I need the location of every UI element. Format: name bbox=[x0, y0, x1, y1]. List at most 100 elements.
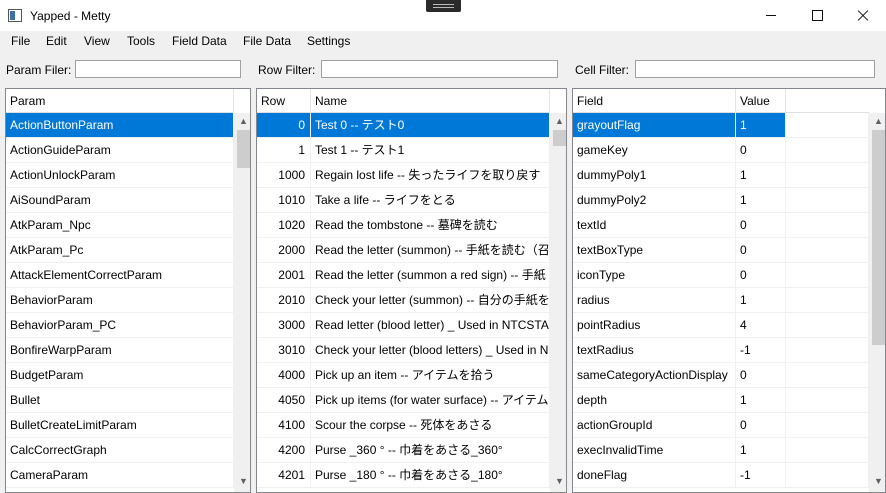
param-name-cell[interactable]: CalcCorrectGraph bbox=[6, 438, 234, 463]
param-name-cell[interactable]: ActionButtonParam bbox=[6, 113, 234, 138]
param-name-cell[interactable]: Bullet bbox=[6, 388, 234, 413]
row-name-cell[interactable]: Pick up an item -- アイテムを拾う bbox=[311, 363, 550, 388]
field-value-cell[interactable]: 1 bbox=[736, 288, 786, 313]
field-name-cell[interactable]: gameKey bbox=[573, 138, 736, 163]
row-id-cell[interactable]: 1 bbox=[257, 138, 311, 163]
row-name-column-header[interactable]: Name bbox=[311, 89, 550, 113]
field-value-cell[interactable]: 1 bbox=[736, 163, 786, 188]
field-name-cell[interactable]: dummyPoly1 bbox=[573, 163, 736, 188]
row-id-cell[interactable]: 1010 bbox=[257, 188, 311, 213]
param-name-cell[interactable]: BudgetParam bbox=[6, 363, 234, 388]
menu-field-data[interactable]: Field Data bbox=[172, 34, 227, 48]
scroll-up-icon[interactable]: ▲ bbox=[870, 113, 885, 130]
field-name-cell[interactable]: pointRadius bbox=[573, 313, 736, 338]
field-value-cell[interactable]: 4 bbox=[736, 313, 786, 338]
field-value-cell[interactable]: 0 bbox=[736, 263, 786, 288]
param-name-cell[interactable]: ActionGuideParam bbox=[6, 138, 234, 163]
param-name-cell[interactable]: AttackElementCorrectParam bbox=[6, 263, 234, 288]
row-name-cell[interactable]: Regain lost life -- 失ったライフを取り戻す bbox=[311, 163, 550, 188]
menu-view[interactable]: View bbox=[84, 34, 110, 48]
row-name-cell[interactable]: Check your letter (summon) -- 自分の手紙を bbox=[311, 288, 550, 313]
row-name-cell[interactable]: Scour the corpse -- 死体をあさる bbox=[311, 413, 550, 438]
row-name-cell[interactable]: Check your letter (blood letters) _ Used… bbox=[311, 338, 550, 363]
field-extra-cell[interactable] bbox=[786, 138, 869, 163]
row-scrollbar[interactable]: ▲ ▼ bbox=[550, 113, 566, 492]
field-name-cell[interactable]: textBoxType bbox=[573, 238, 736, 263]
field-name-cell[interactable]: sameCategoryActionDisplay bbox=[573, 363, 736, 388]
field-extra-cell[interactable] bbox=[786, 463, 869, 488]
row-name-cell[interactable]: Test 0 -- テスト0 bbox=[311, 113, 550, 138]
menu-edit[interactable]: Edit bbox=[46, 34, 67, 48]
row-id-cell[interactable]: 4201 bbox=[257, 463, 311, 488]
field-name-cell[interactable]: execInvalidTime bbox=[573, 438, 736, 463]
scroll-down-icon[interactable]: ▼ bbox=[235, 473, 250, 490]
param-name-cell[interactable]: AtkParam_Pc bbox=[6, 238, 234, 263]
field-value-cell[interactable]: 1 bbox=[736, 388, 786, 413]
param-column-header[interactable]: Param bbox=[6, 89, 234, 113]
field-extra-cell[interactable] bbox=[786, 213, 869, 238]
field-name-cell[interactable]: dummyPoly2 bbox=[573, 188, 736, 213]
field-name-cell[interactable]: textId bbox=[573, 213, 736, 238]
row-id-cell[interactable]: 3000 bbox=[257, 313, 311, 338]
param-name-cell[interactable]: CameraParam bbox=[6, 463, 234, 488]
row-id-column-header[interactable]: Row bbox=[257, 89, 311, 113]
row-name-cell[interactable]: Read letter (blood letter) _ Used in NTC… bbox=[311, 313, 550, 338]
field-extra-cell[interactable] bbox=[786, 188, 869, 213]
menu-settings[interactable]: Settings bbox=[307, 34, 350, 48]
field-extra-cell[interactable] bbox=[786, 263, 869, 288]
field-extra-cell[interactable] bbox=[786, 238, 869, 263]
row-id-cell[interactable]: 2001 bbox=[257, 263, 311, 288]
scroll-thumb[interactable] bbox=[237, 130, 250, 168]
field-value-cell[interactable]: 0 bbox=[736, 238, 786, 263]
maximize-icon[interactable] bbox=[794, 0, 840, 31]
row-name-cell[interactable]: Read the letter (summon a red sign) -- 手… bbox=[311, 263, 550, 288]
field-name-cell[interactable]: grayoutFlag bbox=[573, 113, 736, 138]
drag-handle-icon[interactable] bbox=[426, 0, 461, 12]
row-id-cell[interactable]: 0 bbox=[257, 113, 311, 138]
field-name-cell[interactable]: doneFlag bbox=[573, 463, 736, 488]
field-name-cell[interactable]: textRadius bbox=[573, 338, 736, 363]
row-id-cell[interactable]: 4050 bbox=[257, 388, 311, 413]
field-value-cell[interactable]: -1 bbox=[736, 338, 786, 363]
row-name-cell[interactable]: Read the tombstone -- 墓碑を読む bbox=[311, 213, 550, 238]
row-name-cell[interactable]: Test 1 -- テスト1 bbox=[311, 138, 550, 163]
field-value-cell[interactable]: 1 bbox=[736, 438, 786, 463]
row-id-cell[interactable]: 4200 bbox=[257, 438, 311, 463]
field-value-cell[interactable]: 0 bbox=[736, 213, 786, 238]
scroll-thumb[interactable] bbox=[553, 130, 566, 146]
field-scrollbar[interactable]: ▲ ▼ bbox=[869, 113, 885, 492]
field-name-cell[interactable]: iconType bbox=[573, 263, 736, 288]
field-column-header[interactable]: Field bbox=[573, 89, 736, 113]
param-name-cell[interactable]: ActionUnlockParam bbox=[6, 163, 234, 188]
field-name-cell[interactable]: radius bbox=[573, 288, 736, 313]
param-scrollbar[interactable]: ▲ ▼ bbox=[234, 113, 250, 492]
param-name-cell[interactable]: BehaviorParam bbox=[6, 288, 234, 313]
row-name-cell[interactable]: Take a life -- ライフをとる bbox=[311, 188, 550, 213]
param-filter-input[interactable] bbox=[75, 60, 241, 78]
row-id-cell[interactable]: 3010 bbox=[257, 338, 311, 363]
row-name-cell[interactable]: Pick up items (for water surface) -- アイテ… bbox=[311, 388, 550, 413]
menu-file-data[interactable]: File Data bbox=[243, 34, 291, 48]
field-name-cell[interactable]: actionGroupId bbox=[573, 413, 736, 438]
row-id-cell[interactable]: 1020 bbox=[257, 213, 311, 238]
close-icon[interactable] bbox=[840, 0, 886, 31]
row-name-cell[interactable]: Purse _180 ° -- 巾着をあさる_180° bbox=[311, 463, 550, 488]
row-id-cell[interactable]: 1000 bbox=[257, 163, 311, 188]
row-name-cell[interactable]: Purse _360 ° -- 巾着をあさる_360° bbox=[311, 438, 550, 463]
param-name-cell[interactable]: AtkParam_Npc bbox=[6, 213, 234, 238]
menu-file[interactable]: File bbox=[11, 34, 30, 48]
field-extra-cell[interactable] bbox=[786, 413, 869, 438]
scroll-up-icon[interactable]: ▲ bbox=[551, 113, 566, 130]
param-name-cell[interactable]: BulletCreateLimitParam bbox=[6, 413, 234, 438]
scroll-up-icon[interactable]: ▲ bbox=[235, 113, 250, 130]
field-extra-cell[interactable] bbox=[786, 363, 869, 388]
scroll-down-icon[interactable]: ▼ bbox=[870, 473, 885, 490]
field-value-cell[interactable]: 1 bbox=[736, 113, 786, 138]
field-value-cell[interactable]: 0 bbox=[736, 363, 786, 388]
field-name-cell[interactable]: depth bbox=[573, 388, 736, 413]
param-name-cell[interactable]: BonfireWarpParam bbox=[6, 338, 234, 363]
row-id-cell[interactable]: 2000 bbox=[257, 238, 311, 263]
field-extra-cell[interactable] bbox=[786, 388, 869, 413]
field-value-cell[interactable]: -1 bbox=[736, 463, 786, 488]
scroll-thumb[interactable] bbox=[872, 130, 885, 345]
